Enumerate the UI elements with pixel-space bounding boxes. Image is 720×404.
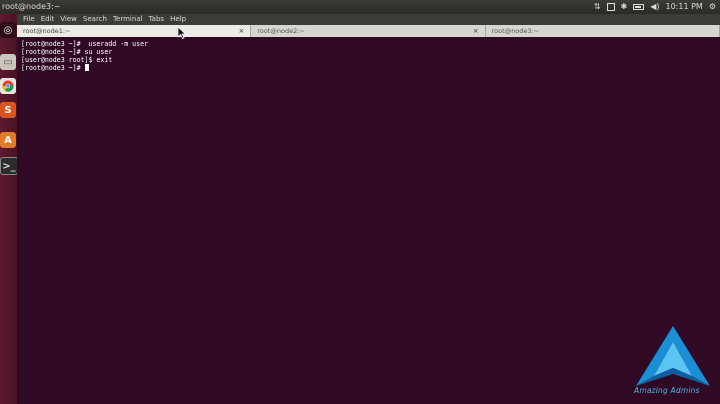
menu-help[interactable]: Help	[170, 14, 186, 25]
tab-node1[interactable]: root@node1:~ ×	[17, 25, 252, 37]
terminal-line: [root@node3 ~]# useradd -m user	[21, 40, 149, 48]
keyboard-icon[interactable]	[606, 3, 615, 11]
software-center-icon[interactable]: A	[0, 132, 16, 148]
tab-label: root@node1:~	[23, 27, 71, 35]
mouse-pointer-icon	[178, 27, 186, 39]
menu-tabs[interactable]: Tabs	[149, 14, 165, 25]
terminal-icon[interactable]: >_	[0, 157, 18, 175]
tab-label: root@node2:~	[257, 27, 305, 35]
menu-terminal[interactable]: Terminal	[113, 14, 143, 25]
network-icon[interactable]: ⇅	[594, 0, 601, 14]
system-tray: ⇅ ✱ ◀) 10:11 PM ⚙	[594, 0, 716, 14]
text-cursor	[84, 64, 89, 71]
tab-node3[interactable]: root@node3:~	[486, 25, 720, 37]
menu-bar: File Edit View Search Terminal Tabs Help	[17, 14, 720, 25]
terminal-line: [user@node3 root]$ exit	[21, 56, 113, 64]
bluetooth-icon[interactable]: ✱	[621, 0, 628, 14]
menu-file[interactable]: File	[23, 14, 35, 25]
menu-search[interactable]: Search	[83, 14, 107, 25]
menu-view[interactable]: View	[60, 14, 77, 25]
close-icon[interactable]: ×	[473, 25, 479, 37]
tab-bar: root@node1:~ × root@node2:~ × root@node3…	[17, 25, 720, 37]
menu-edit[interactable]: Edit	[41, 14, 55, 25]
launcher: ◎ ▭ S A >_	[0, 14, 18, 404]
watermark-text: Amazing Admins	[634, 386, 700, 395]
terminal-prompt-line: [root@node3 ~]#	[21, 64, 89, 72]
libreoffice-impress-icon[interactable]: S	[0, 102, 16, 118]
chrome-icon[interactable]	[0, 78, 16, 94]
terminal-output[interactable]: [root@node3 ~]# useradd -m user [root@no…	[17, 37, 720, 404]
terminal-line: [root@node3 ~]# su user	[21, 48, 113, 56]
close-icon[interactable]: ×	[238, 25, 244, 37]
window-title: root@node3:~	[2, 2, 61, 11]
tab-node2[interactable]: root@node2:~ ×	[251, 25, 486, 37]
clock[interactable]: 10:11 PM	[666, 0, 703, 14]
settings-icon[interactable]: ⚙	[709, 0, 716, 14]
files-icon[interactable]: ▭	[0, 54, 16, 70]
volume-icon[interactable]: ◀)	[650, 0, 659, 14]
terminal-prompt: [root@node3 ~]#	[21, 64, 85, 72]
tab-label: root@node3:~	[491, 27, 540, 35]
top-panel: root@node3:~ ⇅ ✱ ◀) 10:11 PM ⚙	[0, 0, 720, 14]
ubuntu-dash-icon[interactable]: ◎	[0, 22, 16, 38]
battery-icon[interactable]	[633, 4, 645, 10]
